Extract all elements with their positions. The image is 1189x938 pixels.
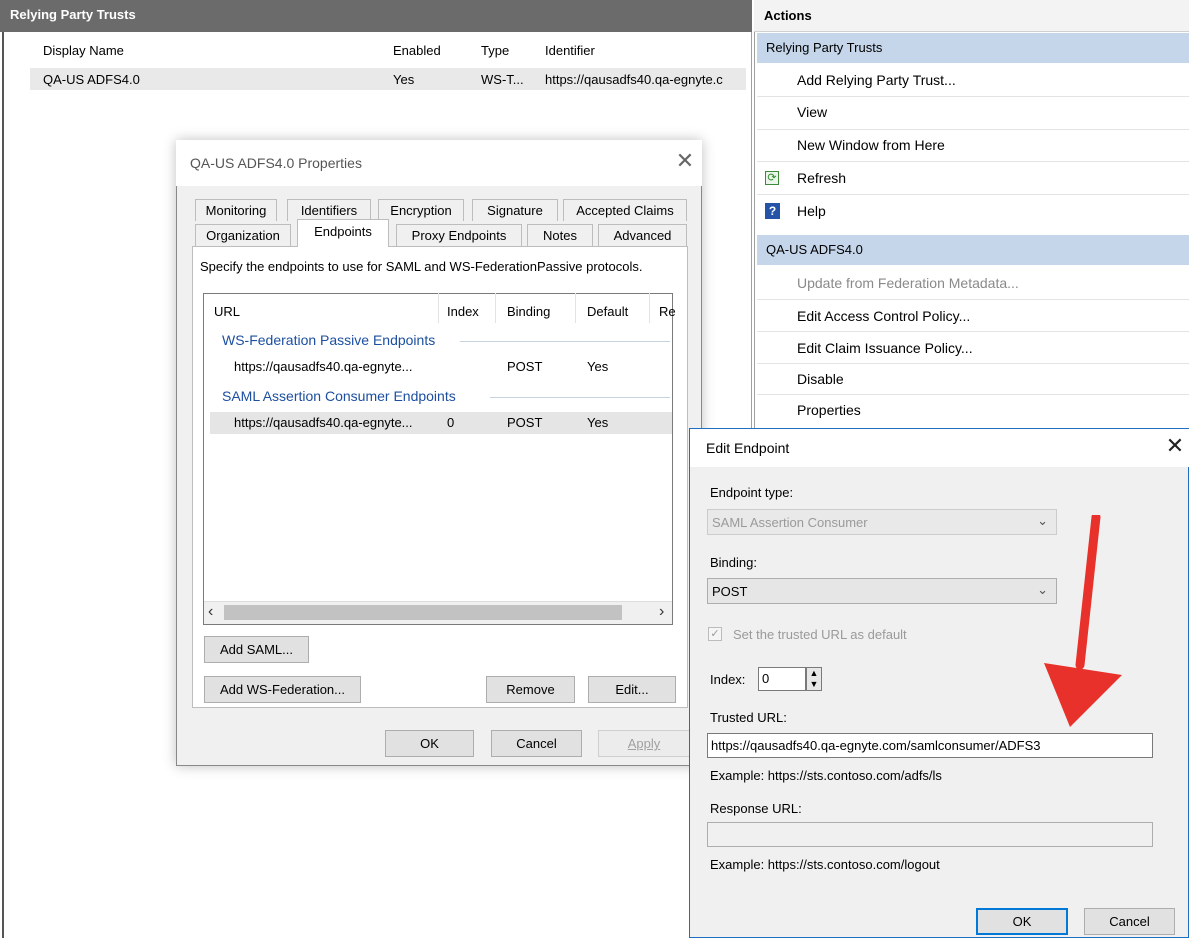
tab-organization[interactable]: Organization [195,224,291,246]
ok-button[interactable]: OK [385,730,474,757]
cancel-button[interactable]: Cancel [491,730,582,757]
ep-row-default: Yes [587,415,609,430]
response-url-input[interactable] [707,822,1153,847]
endpoint-type-label: Endpoint type: [710,485,794,500]
divider [490,397,670,398]
divider [438,293,439,323]
index-label: Index: [710,672,746,687]
tab-signature[interactable]: Signature [472,199,558,221]
divider [757,394,1189,395]
column-identifier[interactable]: Identifier [545,43,595,58]
trusted-url-input[interactable]: https://qausadfs40.qa-egnyte.com/samlcon… [707,733,1153,758]
actions-section-relying-party-trusts[interactable]: Relying Party Trusts [757,33,1189,63]
index-input[interactable]: 0 [758,667,806,691]
endpoint-type-value: SAML Assertion Consumer [712,515,868,530]
ep-column-default[interactable]: Default [587,304,628,319]
close-icon[interactable]: ✕ [1160,433,1189,459]
divider [757,96,1189,97]
response-url-label: Response URL: [710,801,802,816]
edit-ok-button[interactable]: OK [976,908,1068,935]
ep-row-binding: POST [507,359,543,374]
endpoint-type-select: SAML Assertion Consumer ⌄ [707,509,1057,535]
endpoints-description: Specify the endpoints to use for SAML an… [200,259,643,274]
help-action[interactable]: Help [797,198,826,224]
response-url-example: Example: https://sts.contoso.com/logout [710,857,940,872]
ep-row-url[interactable]: https://qausadfs40.qa-egnyte... [234,415,413,430]
divider [575,293,576,323]
annotation-arrow-icon [1044,515,1122,727]
divider [757,331,1189,332]
row-identifier: https://qausadfs40.qa-egnyte.c [545,72,723,87]
edit-cancel-button[interactable]: Cancel [1084,908,1175,935]
actions-section-qa-us-adfs[interactable]: QA-US ADFS4.0 [757,235,1189,265]
divider [495,293,496,323]
edit-access-control-policy-action[interactable]: Edit Access Control Policy... [797,303,970,329]
ep-row-default: Yes [587,359,609,374]
divider [757,129,1189,130]
trusted-url-example: Example: https://sts.contoso.com/adfs/ls [710,768,942,783]
tab-endpoints[interactable]: Endpoints [297,219,389,247]
help-icon: ? [765,203,780,219]
ep-column-binding[interactable]: Binding [507,304,550,319]
ep-column-url[interactable]: URL [214,304,240,319]
divider [757,194,1189,195]
properties-action[interactable]: Properties [797,397,861,423]
close-icon[interactable]: ✕ [670,148,700,174]
tab-advanced[interactable]: Advanced [598,224,687,246]
scroll-right-icon[interactable]: › [659,603,664,621]
divider [460,341,670,342]
ep-row-index: 0 [447,415,455,430]
add-ws-federation-button[interactable]: Add WS-Federation... [204,676,361,703]
refresh-action[interactable]: Refresh [797,165,846,191]
ep-column-response[interactable]: Re [659,304,676,319]
list-pane-header: Relying Party Trusts [0,0,752,32]
edit-claim-issuance-policy-action[interactable]: Edit Claim Issuance Policy... [797,335,973,361]
tab-accepted-claims[interactable]: Accepted Claims [563,199,687,221]
edit-endpoint-title: Edit Endpoint [706,440,790,456]
column-display-name[interactable]: Display Name [43,43,124,58]
disable-action[interactable]: Disable [797,366,844,392]
trusted-url-label: Trusted URL: [710,710,787,725]
row-type: WS-T... [481,72,524,87]
update-from-metadata-action: Update from Federation Metadata... [797,275,1019,291]
divider [649,293,650,323]
column-enabled[interactable]: Enabled [393,43,441,58]
row-display-name: QA-US ADFS4.0 [43,72,140,87]
set-default-checkbox-label: Set the trusted URL as default [733,627,907,642]
binding-value: POST [712,584,748,599]
tab-monitoring[interactable]: Monitoring [195,199,277,221]
row-enabled: Yes [393,72,415,87]
tab-proxy-endpoints[interactable]: Proxy Endpoints [396,224,522,246]
ep-row-url[interactable]: https://qausadfs40.qa-egnyte... [234,359,413,374]
divider [757,299,1189,300]
scroll-left-icon[interactable]: ‹ [208,603,213,621]
divider [757,363,1189,364]
apply-button: Apply [598,730,690,757]
edit-button[interactable]: Edit... [588,676,676,703]
ep-row-binding: POST [507,415,543,430]
properties-dialog-title: QA-US ADFS4.0 Properties [190,155,362,171]
column-type[interactable]: Type [481,43,509,58]
new-window-action[interactable]: New Window from Here [797,132,945,158]
tab-identifiers[interactable]: Identifiers [287,199,371,221]
refresh-icon: ⟳ [765,171,779,185]
view-action[interactable]: View [797,99,827,125]
index-stepper[interactable]: ▲ ▼ [806,667,822,691]
add-relying-party-trust-action[interactable]: Add Relying Party Trust... [797,67,956,93]
ep-column-index[interactable]: Index [447,304,479,319]
divider [757,161,1189,162]
binding-label: Binding: [710,555,757,570]
remove-button[interactable]: Remove [486,676,575,703]
scrollbar-thumb[interactable] [224,605,622,620]
tab-encryption[interactable]: Encryption [378,199,464,221]
tab-notes[interactable]: Notes [527,224,593,246]
set-default-checkbox: ✓ [708,627,722,641]
ep-group-ws-federation: WS-Federation Passive Endpoints [222,332,436,348]
binding-select[interactable]: POST ⌄ [707,578,1057,604]
add-saml-button[interactable]: Add SAML... [204,636,309,663]
actions-title: Actions [754,0,1189,32]
ep-group-saml: SAML Assertion Consumer Endpoints [222,388,456,404]
